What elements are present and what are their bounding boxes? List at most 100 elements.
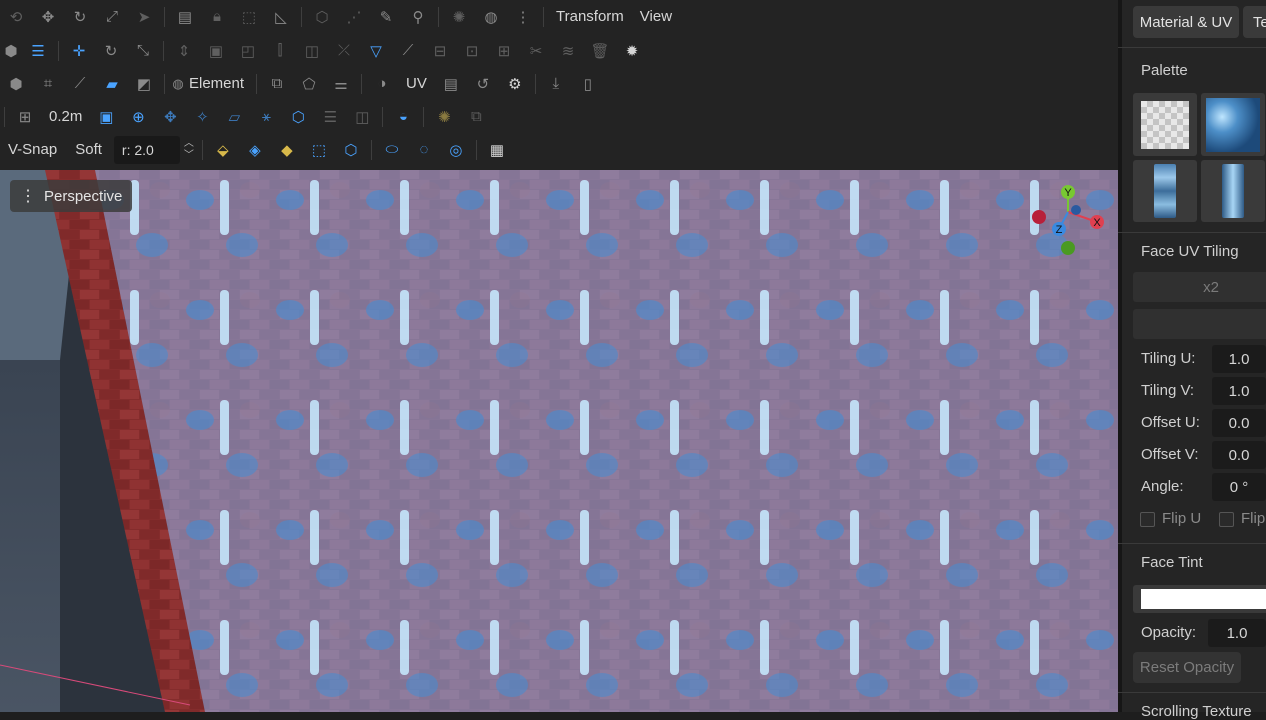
scale-icon[interactable]: ⤢ (96, 3, 128, 31)
cube-mode-icon[interactable]: ⬢ (0, 70, 32, 98)
download-icon[interactable]: ⤓ (540, 70, 572, 98)
lock-icon[interactable]: 🔒︎ (201, 3, 233, 31)
scale-gizmo-icon[interactable]: ⤡ (127, 37, 159, 65)
soft-toggle[interactable]: Soft (65, 141, 110, 158)
tiling-u-input[interactable]: 1.0 (1212, 345, 1266, 373)
distribute-icon[interactable]: ⫿ (264, 37, 296, 65)
slice-icon[interactable]: ⊟ (424, 37, 456, 65)
soft-sel-icon-2[interactable]: ◈ (239, 136, 271, 164)
transform-menu[interactable]: Transform (548, 8, 632, 25)
grid-icon[interactable]: ⊞ (9, 103, 41, 131)
document-list-icon[interactable]: ▤ (435, 70, 467, 98)
merge-icon[interactable]: ⊡ (456, 37, 488, 65)
sun-yellow-icon[interactable]: ✺ (428, 103, 460, 131)
layer-stack-icon[interactable]: ☰ (22, 37, 54, 65)
face-tint-color-swatch[interactable] (1133, 585, 1266, 613)
layers-icon[interactable]: ▤ (169, 3, 201, 31)
gizmo-neg-x-axis[interactable] (1032, 210, 1046, 224)
align-icon[interactable]: ⇕ (168, 37, 200, 65)
cross-icon[interactable]: ⤫ (328, 37, 360, 65)
more-vertical-icon[interactable]: ⋮ (507, 3, 539, 31)
box-add-icon[interactable]: ⧉ (261, 70, 293, 98)
snap-frame-icon[interactable]: ▣ (90, 103, 122, 131)
perspective-view-button[interactable]: ⋮ Perspective (10, 180, 133, 212)
snap-rows-icon[interactable]: ☰ (314, 103, 346, 131)
chevron-up-icon[interactable]: ︿ (184, 138, 194, 150)
feather-icon[interactable]: ✎ (370, 3, 402, 31)
edge-mode-icon[interactable]: ⟋ (64, 70, 96, 98)
vertex-mode-icon[interactable]: ⌗ (32, 70, 64, 98)
snap-circle-icon[interactable]: ◒ (387, 103, 419, 131)
snap-skew-icon[interactable]: ▱ (218, 103, 250, 131)
snap-sphere-icon[interactable]: ⊕ (122, 103, 154, 131)
uv-sphere-icon[interactable]: ◑ (366, 70, 398, 98)
rotate-icon[interactable]: ↻ (64, 3, 96, 31)
face-mode-icon[interactable]: ▰ (96, 70, 128, 98)
opacity-input[interactable]: 1.0 (1208, 619, 1266, 647)
grid-cells-icon[interactable]: ⊞ (488, 37, 520, 65)
split-icon[interactable]: ◫ (296, 37, 328, 65)
tab-material-uv[interactable]: Material & UV (1133, 6, 1239, 38)
orientation-gizmo[interactable]: Y X Z (1030, 182, 1110, 262)
vsnap-toggle[interactable]: V-Snap (0, 141, 65, 158)
uv-mode-label[interactable]: UV (398, 75, 435, 92)
palette-swatch-water[interactable] (1201, 93, 1265, 156)
soft-sel-icon-3[interactable]: ◆ (271, 136, 303, 164)
texture-mode-icon[interactable]: ◩ (128, 70, 160, 98)
soft-sel-icon-1[interactable]: ⬙ (207, 136, 239, 164)
file-icon[interactable]: ▯ (572, 70, 604, 98)
offset-v-input[interactable]: 0.0 (1212, 441, 1266, 469)
settings-gear-icon[interactable]: ⚙ (499, 70, 531, 98)
frame-icon[interactable]: ▣ (200, 37, 232, 65)
move-icon[interactable]: ✥ (32, 3, 64, 31)
tiling-preset-button[interactable] (1133, 309, 1266, 339)
flip-v-checkbox[interactable] (1219, 512, 1234, 527)
undo-icon[interactable]: ↺ (467, 70, 499, 98)
palette-swatch-stream-2[interactable] (1201, 160, 1265, 222)
x2-button[interactable]: x2 (1133, 272, 1266, 302)
select-tool-icon[interactable]: ⟲ (0, 3, 32, 31)
bounds-icon[interactable]: ⬚ (233, 3, 265, 31)
stack-icon[interactable]: ≋ (552, 37, 584, 65)
snap-move-icon[interactable]: ✥ (154, 103, 186, 131)
flip-u-checkbox[interactable] (1140, 512, 1155, 527)
snap-hex-icon[interactable]: ⬡ (282, 103, 314, 131)
light-icon[interactable]: ✹ (616, 37, 648, 65)
gizmo-neg-z-axis[interactable] (1071, 205, 1081, 215)
tiling-v-input[interactable]: 1.0 (1212, 377, 1266, 405)
sliders-icon[interactable]: ⚌ (325, 70, 357, 98)
overlap-icon[interactable]: ⧉ (460, 103, 492, 131)
soft-sel-icon-5[interactable]: ⬡ (335, 136, 367, 164)
gizmo-neg-y-axis[interactable] (1061, 241, 1075, 255)
reset-opacity-button[interactable]: Reset Opacity (1133, 652, 1241, 683)
globe-icon[interactable]: ◍ (475, 3, 507, 31)
corner-icon[interactable]: ◰ (232, 37, 264, 65)
snap-target-icon[interactable]: ✧ (186, 103, 218, 131)
tab-te[interactable]: Te (1243, 6, 1266, 38)
trash-icon[interactable]: 🗑︎ (584, 37, 616, 65)
measure-icon[interactable]: ◺ (265, 3, 297, 31)
translate-gizmo-icon[interactable]: ✛ (63, 37, 95, 65)
snap-network-icon[interactable]: ⚹ (250, 103, 282, 131)
chevron-down-icon[interactable]: ﹀ (184, 150, 194, 162)
loop-icon-3[interactable]: ◎ (440, 136, 472, 164)
view-menu[interactable]: View (632, 8, 680, 25)
pin-icon[interactable]: ⚲ (402, 3, 434, 31)
object-mode-icon[interactable]: ⬢ (0, 37, 22, 65)
offset-u-input[interactable]: 0.0 (1212, 409, 1266, 437)
palette-swatch-transparent[interactable] (1133, 93, 1197, 156)
scissors-icon[interactable]: ✂ (520, 37, 552, 65)
palette-swatch-stream-1[interactable] (1133, 160, 1197, 222)
loop-icon-2[interactable]: ◌ (408, 136, 440, 164)
loop-icon-1[interactable]: ⬭ (376, 136, 408, 164)
path-icon[interactable]: ⋰ (338, 3, 370, 31)
bucket-icon[interactable]: ▽ (360, 37, 392, 65)
table-grid-icon[interactable]: ▦ (481, 136, 513, 164)
brush-icon[interactable]: ⟋ (392, 37, 424, 65)
cube-icon[interactable]: ⬡ (306, 3, 338, 31)
snap-columns-icon[interactable]: ◫ (346, 103, 378, 131)
radius-input[interactable]: r: 2.0 (113, 135, 180, 164)
grid-size-value[interactable]: 0.2m (41, 108, 90, 125)
pentagon-icon[interactable]: ⬠ (293, 70, 325, 98)
pointer-icon[interactable]: ➤ (128, 3, 160, 31)
